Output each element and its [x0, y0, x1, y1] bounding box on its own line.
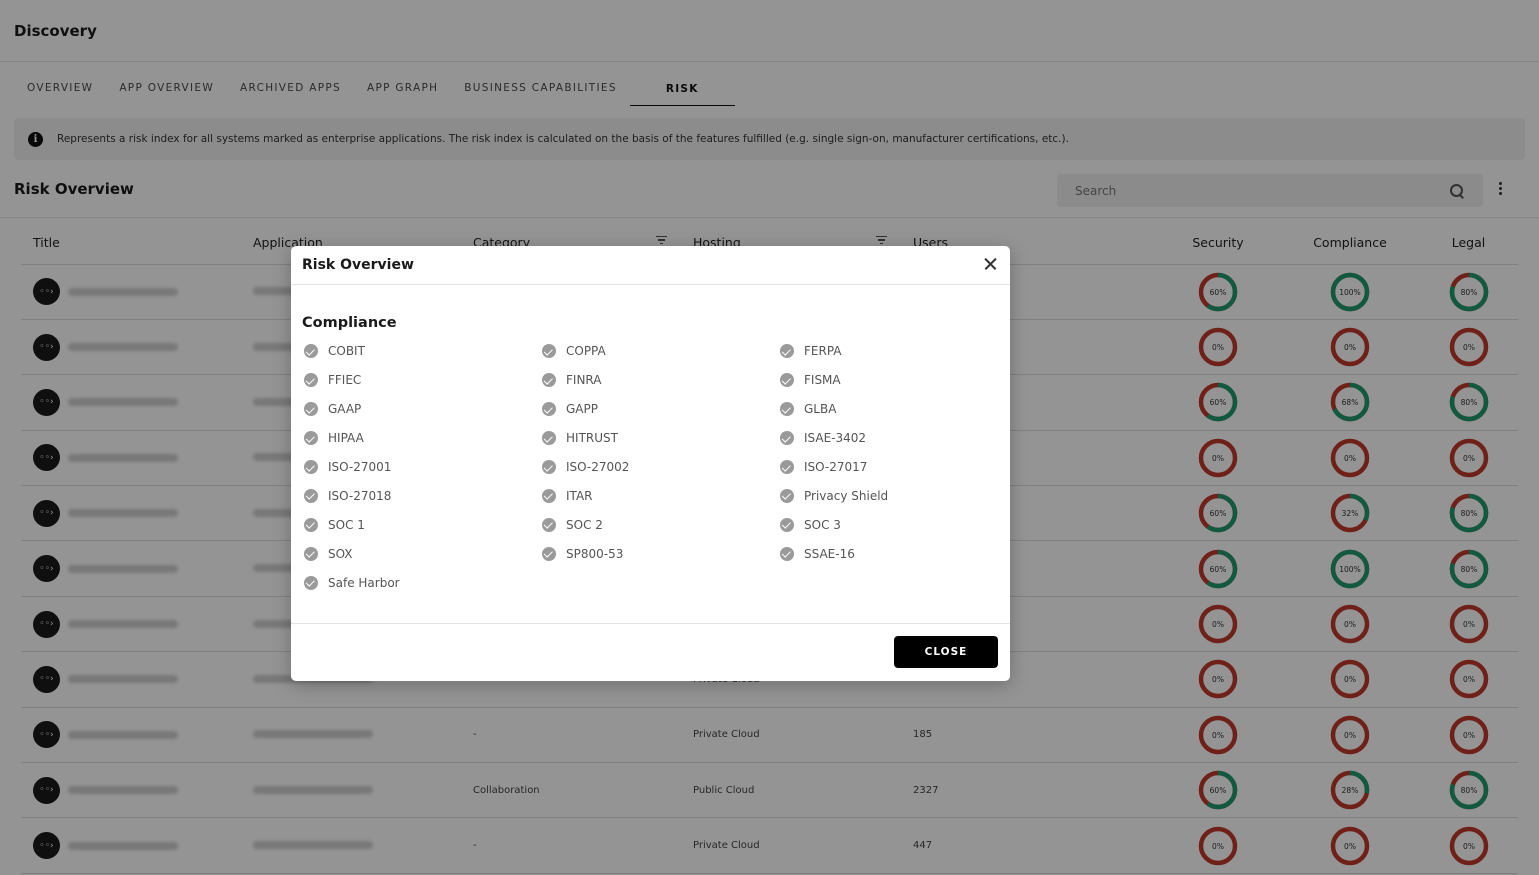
compliance-item: GAAP [302, 395, 540, 424]
check-circle-icon [304, 517, 318, 532]
compliance-item-label: SOC 2 [566, 517, 603, 532]
check-circle-icon [542, 546, 556, 561]
compliance-item-label: GLBA [804, 402, 837, 417]
compliance-item: Safe Harbor [302, 568, 540, 597]
check-circle-icon [542, 488, 556, 503]
compliance-item-label: HIPAA [328, 431, 364, 446]
check-circle-icon [780, 460, 794, 474]
check-circle-icon [304, 460, 318, 474]
compliance-item: SOC 2 [540, 510, 778, 539]
check-circle-icon [542, 402, 556, 417]
compliance-item: ISO-27002 [540, 453, 778, 482]
compliance-item-label: ISO-27017 [804, 460, 868, 474]
check-circle-icon [304, 546, 318, 561]
compliance-item-label: SOC 1 [328, 517, 365, 532]
compliance-item-label: ITAR [566, 488, 593, 503]
compliance-item-label: ISO-27018 [328, 488, 392, 503]
modal-body: Compliance COBIT COPPA FERPA FFIEC FINRA FISM… [291, 285, 1010, 624]
compliance-item: FINRA [540, 366, 778, 395]
check-circle-icon [542, 517, 556, 532]
compliance-item: FISMA [778, 366, 998, 395]
check-circle-icon [542, 460, 556, 474]
compliance-item-label: HITRUST [566, 431, 618, 446]
check-circle-icon [304, 402, 318, 417]
compliance-item: HITRUST [540, 424, 778, 453]
compliance-item-label: FERPA [804, 344, 842, 359]
compliance-item-label: COBIT [328, 344, 365, 359]
compliance-item: COPPA [540, 337, 778, 366]
check-circle-icon [304, 575, 318, 590]
check-circle-icon [304, 488, 318, 503]
compliance-item: ITAR [540, 481, 778, 510]
check-circle-icon [304, 431, 318, 446]
check-circle-icon [780, 546, 794, 561]
compliance-item: SOC 1 [302, 510, 540, 539]
check-circle-icon [542, 373, 556, 388]
compliance-item: ISAE-3402 [778, 424, 998, 453]
compliance-item-label: GAPP [566, 402, 598, 417]
compliance-item: ISO-27018 [302, 481, 540, 510]
compliance-item: SOX [302, 539, 540, 568]
check-circle-icon [542, 344, 556, 359]
close-icon[interactable] [982, 256, 998, 272]
compliance-item: ISO-27017 [778, 453, 998, 482]
compliance-item-label: SP800-53 [566, 546, 624, 561]
compliance-item: COBIT [302, 337, 540, 366]
compliance-item-label: FINRA [566, 373, 602, 388]
check-circle-icon [304, 344, 318, 359]
modal-title: Risk Overview [302, 257, 414, 273]
compliance-item: FFIEC [302, 366, 540, 395]
check-circle-icon [780, 431, 794, 446]
modal-header: Risk Overview [291, 246, 1010, 285]
compliance-item-label: FFIEC [328, 373, 362, 388]
compliance-item-label: Safe Harbor [328, 575, 400, 590]
compliance-item-label: ISO-27002 [566, 460, 630, 474]
check-circle-icon [304, 373, 318, 388]
check-circle-icon [780, 488, 794, 503]
compliance-item-label: ISAE-3402 [804, 431, 867, 446]
compliance-item: SOC 3 [778, 510, 998, 539]
compliance-heading: Compliance [302, 315, 397, 331]
compliance-item-label: FISMA [804, 373, 841, 388]
close-button[interactable]: CLOSE [894, 636, 998, 668]
compliance-item-label: Privacy Shield [804, 488, 889, 503]
risk-overview-modal: Risk Overview Compliance COBIT COPPA FERPA… [291, 246, 1010, 681]
compliance-list: COBIT COPPA FERPA FFIEC FINRA FISMA GAAP GAPP GL… [302, 337, 999, 597]
compliance-item: GLBA [778, 395, 998, 424]
compliance-item-label: SOC 3 [804, 517, 841, 532]
check-circle-icon [542, 431, 556, 446]
check-circle-icon [780, 517, 794, 532]
compliance-item: SSAE-16 [778, 539, 998, 568]
compliance-item-label: COPPA [566, 344, 606, 359]
check-circle-icon [780, 344, 794, 359]
modal-footer: CLOSE [291, 624, 1010, 680]
compliance-item: GAPP [540, 395, 778, 424]
compliance-item-label: SSAE-16 [804, 546, 855, 561]
compliance-item-label: ISO-27001 [328, 460, 392, 474]
check-circle-icon [780, 402, 794, 417]
check-circle-icon [780, 373, 794, 388]
compliance-item: Privacy Shield [778, 481, 998, 510]
compliance-item-label: SOX [328, 546, 353, 561]
compliance-item-label: GAAP [328, 402, 362, 417]
compliance-item: SP800-53 [540, 539, 778, 568]
compliance-item: HIPAA [302, 424, 540, 453]
compliance-item: FERPA [778, 337, 998, 366]
compliance-item: ISO-27001 [302, 453, 540, 482]
